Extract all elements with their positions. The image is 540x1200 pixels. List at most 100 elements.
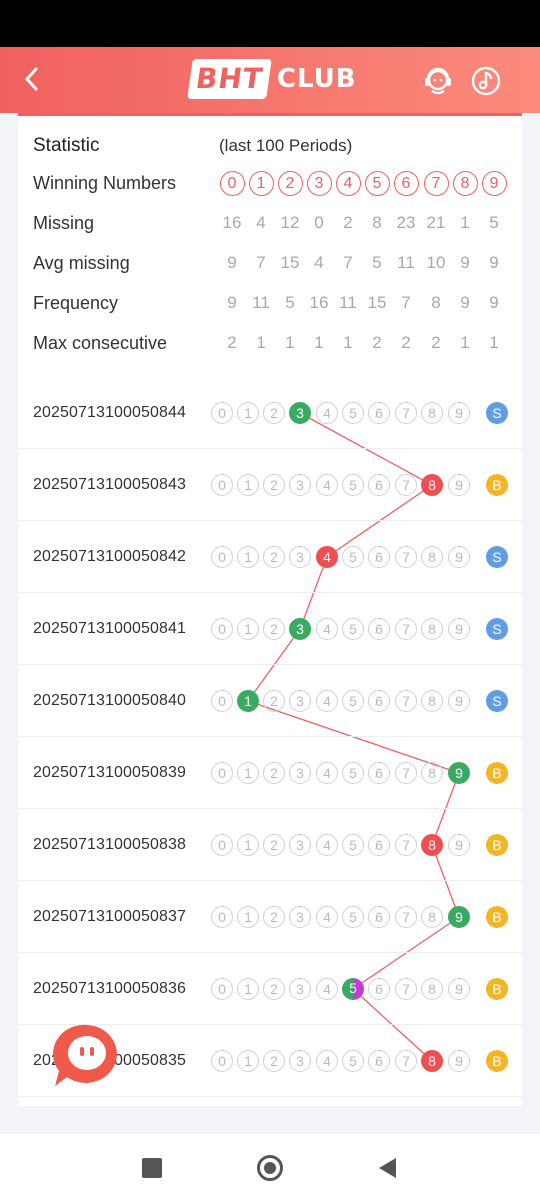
digit-ball: 1: [237, 402, 259, 424]
digit-ball: 4: [316, 618, 338, 640]
stat-value: 2: [401, 333, 411, 352]
app-header: BHT CLUB: [0, 47, 540, 113]
digit-ball: 2: [263, 618, 285, 640]
digit-ball: 6: [368, 546, 390, 568]
brand-logo: BHT CLUB: [187, 57, 357, 101]
small-badge: S: [486, 402, 508, 424]
stat-value: 15: [280, 253, 300, 272]
stat-row-frequency: Frequency 9 11 5 16 11 15 7 8 9 9: [18, 286, 522, 320]
stat-label: Frequency: [33, 293, 119, 313]
digit-ball: 8: [421, 402, 443, 424]
stat-value: 1: [460, 333, 470, 352]
chat-float-button[interactable]: [52, 1022, 122, 1088]
digit-ball: 3: [289, 1050, 311, 1072]
digit-ball: 6: [368, 402, 390, 424]
digit-ball: 1: [237, 834, 259, 856]
digit-ball: 0: [211, 906, 233, 928]
digit-ball: 5: [342, 474, 364, 496]
stat-value: 1: [314, 333, 324, 352]
digit-ball: 0: [211, 474, 233, 496]
stat-value: 2: [372, 333, 382, 352]
stat-value: 7: [256, 253, 266, 272]
winning-number-ball: 9: [481, 171, 507, 196]
stat-label: Missing: [33, 213, 95, 233]
digit-ball: 5: [342, 762, 364, 784]
stat-value: 0: [314, 213, 324, 232]
digit-ball: 4: [316, 1050, 338, 1072]
digit-ball: 8: [421, 978, 443, 1000]
digit-ball: 5: [342, 546, 364, 568]
history-row: 20250713100050836 0 1 2 3 4 5 6 7 8 9 B: [18, 953, 522, 1025]
digit-ball: 8: [421, 762, 443, 784]
digit-ball: 3: [289, 906, 311, 928]
small-badge: S: [486, 690, 508, 712]
stat-value: 16: [309, 293, 329, 312]
period-number: 20250713100050844: [33, 404, 186, 421]
stat-value: 9: [460, 293, 470, 312]
small-badge: S: [486, 618, 508, 640]
system-navigation-bar: [0, 1134, 540, 1200]
digit-ball: 4: [316, 906, 338, 928]
digit-ball: 8: [421, 906, 443, 928]
digit-ball: 6: [368, 906, 390, 928]
stat-value: 11: [397, 253, 415, 272]
music-toggle-button[interactable]: [468, 63, 504, 99]
digit-ball: 2: [263, 906, 285, 928]
triangle-back-icon: [379, 1158, 396, 1178]
stat-value: 4: [314, 253, 324, 272]
digit-ball: 5: [342, 690, 364, 712]
digit-ball: 6: [368, 762, 390, 784]
winning-number-ball: 4: [335, 171, 361, 196]
stat-row-avg-missing: Avg missing 9 7 15 4 7 5 11 10 9 9: [18, 246, 522, 280]
digit-ball: 0: [211, 762, 233, 784]
back-button[interactable]: [14, 59, 54, 99]
winning-number-ball: 0: [219, 171, 245, 196]
digit-ball: 7: [395, 618, 417, 640]
digit-ball: 0: [211, 402, 233, 424]
digit-ball: 3: [289, 546, 311, 568]
digit-ball: 6: [368, 618, 390, 640]
customer-support-button[interactable]: [420, 63, 456, 99]
digit-ball: 0: [211, 834, 233, 856]
digit-ball: 8: [421, 690, 443, 712]
history-row: 20250713100050840 0 1 2 3 4 5 6 7 8 9 S: [18, 665, 522, 737]
digit-ball: 7: [395, 474, 417, 496]
big-badge: B: [486, 978, 508, 1000]
winning-digit-ball: 1: [237, 690, 259, 712]
winning-digit-ball: 4: [316, 546, 338, 568]
digit-ball: 4: [316, 474, 338, 496]
period-number: 20250713100050840: [33, 692, 186, 709]
digit-ball: 4: [316, 690, 338, 712]
winning-digit-ball: 8: [421, 1050, 443, 1072]
period-number: 20250713100050842: [33, 548, 186, 565]
digit-ball: 6: [368, 834, 390, 856]
digit-ball: 6: [368, 690, 390, 712]
stat-value: 9: [460, 253, 470, 272]
history-row: 20250713100050841 0 1 2 3 4 5 6 7 8 9 S: [18, 593, 522, 665]
stat-value: 1: [256, 333, 266, 352]
stat-value: 11: [339, 293, 357, 312]
music-note-icon: [471, 66, 501, 96]
digit-ball: 2: [263, 474, 285, 496]
digit-ball: 9: [448, 402, 470, 424]
stat-value: 8: [372, 213, 382, 232]
digit-ball: 7: [395, 978, 417, 1000]
winning-number-ball: 2: [277, 171, 303, 196]
recent-apps-button[interactable]: [142, 1158, 162, 1178]
digit-ball: 1: [237, 618, 259, 640]
digit-ball: 2: [263, 1050, 285, 1072]
winning-number-ball: 5: [364, 171, 390, 196]
small-badge: S: [486, 546, 508, 568]
digit-ball: 1: [237, 546, 259, 568]
digit-ball: 6: [368, 978, 390, 1000]
stat-title: Statistic: [33, 135, 100, 156]
winning-number-ball: 1: [248, 171, 274, 196]
winning-numbers-row: Winning Numbers 0123456789: [18, 166, 522, 200]
digit-ball: 3: [289, 978, 311, 1000]
stat-value: 9: [227, 253, 237, 272]
home-button[interactable]: [256, 1154, 284, 1182]
system-back-button[interactable]: [376, 1156, 400, 1180]
stat-value: 21: [426, 213, 446, 232]
stat-value: 7: [401, 293, 411, 312]
winning-digit-ball: 8: [421, 474, 443, 496]
